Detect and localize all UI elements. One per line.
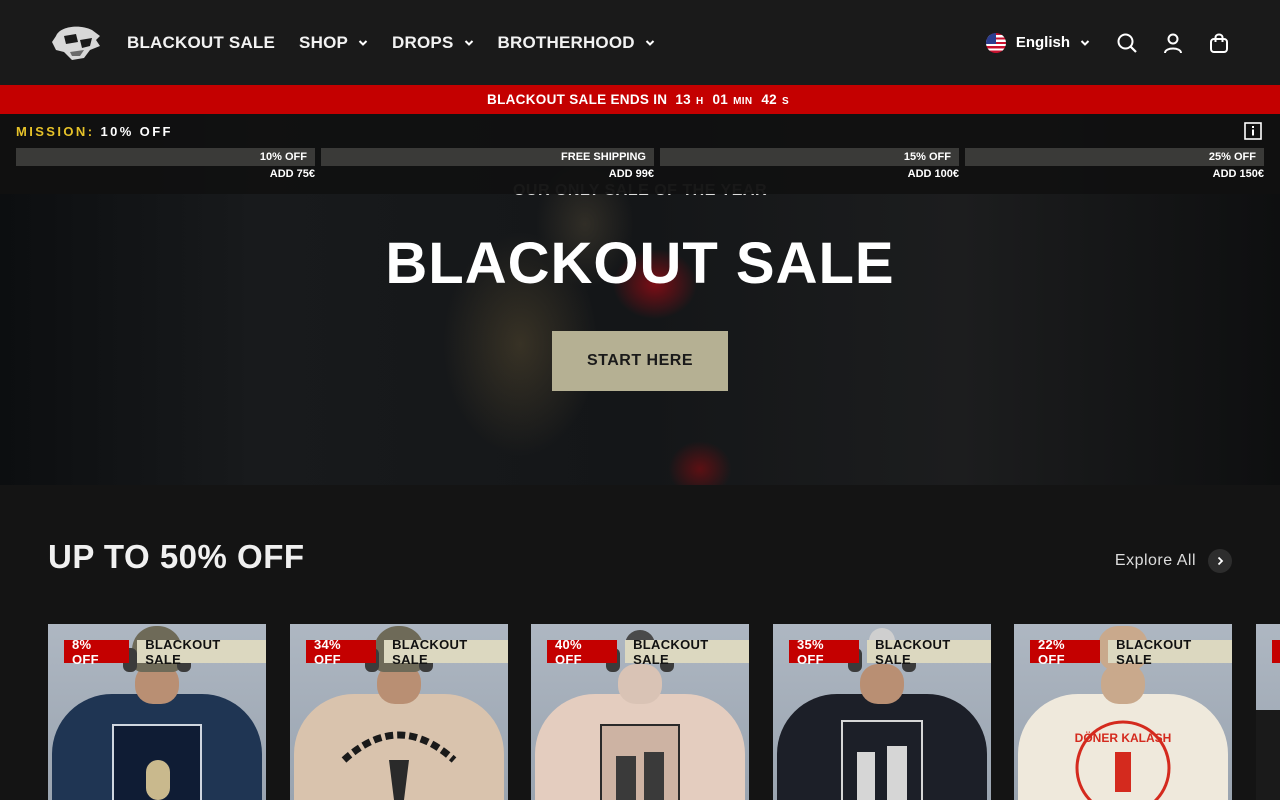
- discount-badge: 40% OFF: [547, 637, 618, 667]
- language-selector[interactable]: English: [985, 32, 1090, 53]
- mission-label: MISSION:: [16, 124, 95, 139]
- product-badges: 35% OFF BLACKOUT SALE: [789, 637, 991, 667]
- main-nav: BLACKOUT SALE SHOP DROPS BROTHERHOOD: [127, 0, 655, 85]
- nav-item-label: BLACKOUT SALE: [127, 32, 276, 52]
- site-header: BLACKOUT SALE SHOP DROPS BROTHERHOOD Eng…: [0, 0, 1280, 85]
- countdown-seconds-unit: S: [781, 96, 789, 107]
- nav-item-label: BROTHERHOOD: [497, 32, 635, 52]
- shirt-print: [841, 720, 923, 800]
- nav-item-label: DROPS: [392, 32, 454, 52]
- tier-requirement: ADD 75€: [269, 168, 315, 180]
- mission-tier-3: 15% OFF: [660, 148, 959, 166]
- explore-all-label: Explore All: [1114, 552, 1196, 569]
- tier-requirement: ADD 150€: [1212, 168, 1264, 180]
- language-label: English: [1015, 34, 1070, 51]
- chevron-down-icon: [1080, 39, 1090, 46]
- countdown-hours-unit: H: [695, 96, 704, 107]
- countdown-seconds: 42: [761, 92, 777, 107]
- discount-badge: 8% OFF: [64, 637, 130, 667]
- shirt-print: [112, 724, 202, 800]
- header-tools: English: [985, 0, 1230, 85]
- cart-icon[interactable]: [1208, 32, 1230, 54]
- product-badges: 40% OFF BLACKOUT SALE: [547, 637, 749, 667]
- shirt-print: DÖNER KALASH: [1075, 720, 1172, 800]
- hero-banner: OUR ONLY SALE OF THE YEAR MISSION: 10% O…: [0, 114, 1280, 485]
- sale-badge: BLACKOUT SALE: [867, 637, 991, 667]
- chevron-down-icon: [645, 39, 654, 46]
- countdown-minutes: 01: [712, 92, 729, 107]
- nav-item-blackout-sale[interactable]: BLACKOUT SALE: [127, 33, 275, 53]
- product-card[interactable]: 35% OFF BLACKOUT SALE: [773, 624, 991, 800]
- us-flag-icon: [985, 32, 1006, 53]
- product-carousel: 8% OFF BLACKOUT SALE 34% OFF BLACKOUT SA…: [48, 624, 1280, 800]
- product-card[interactable]: 40% OFF BLACKOUT SALE: [531, 624, 749, 800]
- explore-all-link[interactable]: Explore All: [1115, 549, 1232, 573]
- sale-badge: BLACKOUT SALE: [384, 637, 508, 667]
- mission-value: 10% OFF: [100, 124, 173, 139]
- mission-title: MISSION: 10% OFF: [16, 124, 173, 139]
- mission-tier-4: 25% OFF: [965, 148, 1264, 166]
- countdown-hours: 13: [675, 92, 691, 107]
- nav-item-brotherhood[interactable]: BROTHERHOOD: [498, 33, 655, 53]
- product-card[interactable]: 8% OFF BLACKOUT SALE: [48, 624, 266, 800]
- discount-badge: 34% OFF: [306, 637, 377, 667]
- countdown-text: BLACKOUT SALE ENDS IN: [487, 92, 668, 107]
- countdown-timer: 13 H 01 MIN 42 S: [675, 92, 793, 107]
- discount-badge: 35% OFF: [789, 637, 860, 667]
- section-title: UP TO 50% OFF: [48, 538, 305, 575]
- shirt-print: [341, 731, 457, 800]
- product-card[interactable]: 34% OFF BLACKOUT SALE: [290, 624, 508, 800]
- info-icon[interactable]: [1244, 122, 1262, 140]
- product-card[interactable]: [1256, 624, 1280, 800]
- product-badges: 22% OFF BLACKOUT SALE: [1030, 637, 1232, 667]
- product-card[interactable]: DÖNER KALASH 22% OFF BLACKOUT SALE: [1014, 624, 1232, 800]
- tier-requirement: ADD 99€: [608, 168, 654, 180]
- discount-badge: [1272, 640, 1280, 663]
- nav-item-label: SHOP: [299, 32, 349, 52]
- hero-title: BLACKOUT SALE: [385, 231, 895, 296]
- tier-requirement: ADD 100€: [907, 168, 959, 180]
- tier-reward: 15% OFF: [903, 151, 951, 163]
- account-icon[interactable]: [1162, 32, 1184, 54]
- tier-reward: FREE SHIPPING: [561, 151, 646, 163]
- search-icon[interactable]: [1116, 32, 1138, 54]
- countdown-minutes-unit: MIN: [733, 96, 753, 107]
- tier-reward: 10% OFF: [259, 151, 307, 163]
- mission-tier-2: FREE SHIPPING: [321, 148, 654, 166]
- print-text: DÖNER KALASH: [1075, 730, 1172, 745]
- brand-logo[interactable]: [50, 22, 104, 62]
- start-here-button[interactable]: START HERE: [552, 331, 728, 391]
- discount-badge: 22% OFF: [1030, 637, 1101, 667]
- sale-badge: BLACKOUT SALE: [625, 637, 749, 667]
- sale-badge: BLACKOUT SALE: [1108, 637, 1232, 667]
- model-head: [860, 664, 904, 704]
- mission-tier-1: 10% OFF: [16, 148, 315, 166]
- nav-item-drops[interactable]: DROPS: [392, 33, 473, 53]
- chevron-down-icon: [464, 39, 473, 46]
- nav-item-shop[interactable]: SHOP: [299, 33, 368, 53]
- product-badges: 8% OFF BLACKOUT SALE: [64, 637, 266, 667]
- product-badges: 34% OFF BLACKOUT SALE: [306, 637, 508, 667]
- tier-reward: 25% OFF: [1208, 151, 1256, 163]
- mission-progress-panel: MISSION: 10% OFF 10% OFF ADD 75€ FREE SH…: [0, 114, 1280, 194]
- product-shirt: [1256, 710, 1280, 800]
- hood: [618, 664, 662, 704]
- shirt-print: [600, 724, 680, 800]
- sale-badge: BLACKOUT SALE: [137, 637, 266, 667]
- chevron-right-icon: [1208, 549, 1232, 573]
- sale-countdown-bar: BLACKOUT SALE ENDS IN 13 H 01 MIN 42 S: [0, 85, 1280, 114]
- chevron-down-icon: [358, 39, 368, 46]
